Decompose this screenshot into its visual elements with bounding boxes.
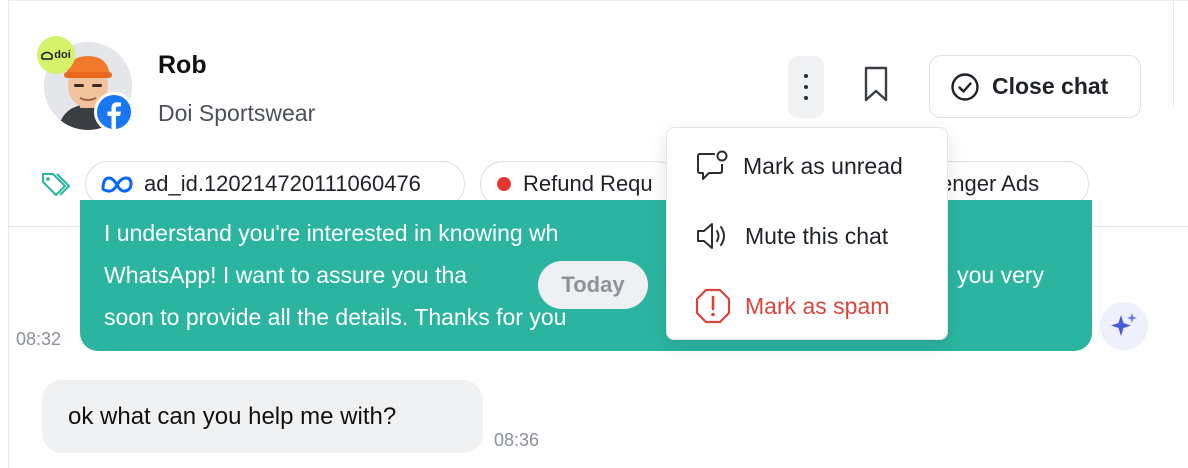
brand-badge-text: doi [54, 49, 71, 61]
chat-options-menu: Mark as unread Mute this chat Mark as sp… [666, 127, 948, 340]
message-timestamp: 08:36 [494, 430, 540, 450]
sparkle-icon [1111, 313, 1137, 336]
chat-unread-icon [697, 150, 728, 180]
menu-item-mark-spam[interactable]: Mark as spam [667, 276, 947, 336]
frame-left-border [8, 0, 9, 468]
frame-right-border [1173, 0, 1174, 106]
bookmark-icon [864, 66, 888, 102]
meta-icon [101, 176, 133, 193]
tag-label: ad_id.120214720111060476 [144, 171, 421, 196]
brand-badge: doi [37, 36, 75, 74]
user-message-bubble: ok what can you help me with? [42, 380, 483, 453]
frame-top-border [8, 0, 1188, 1]
menu-item-mark-unread[interactable]: Mark as unread [667, 136, 947, 196]
close-chat-label: Close chat [992, 73, 1109, 99]
kebab-menu-icon [804, 74, 808, 78]
contact-company: Doi Sportswear [158, 100, 316, 126]
user-message-text: ok what can you help me with? [68, 402, 397, 430]
tags-icon[interactable] [40, 170, 70, 198]
more-options-button[interactable] [788, 56, 824, 118]
menu-item-label: Mute this chat [745, 222, 889, 249]
facebook-icon [94, 92, 134, 132]
contact-name: Rob [158, 51, 207, 79]
menu-item-label: Mark as spam [745, 292, 890, 319]
speaker-mute-icon [697, 223, 725, 249]
spam-warning-icon [695, 288, 731, 324]
check-circle-icon [951, 72, 979, 101]
bookmark-button[interactable] [858, 62, 894, 106]
message-timestamp: 08:32 [16, 329, 62, 349]
ai-assist-button[interactable] [1100, 302, 1148, 350]
menu-item-mute-chat[interactable]: Mute this chat [667, 206, 947, 266]
date-separator: Today [538, 261, 648, 309]
contact-avatar-group[interactable]: doi [36, 36, 136, 132]
tag-label: Refund Requ [523, 171, 653, 196]
status-dot [497, 177, 511, 191]
close-chat-button[interactable]: Close chat [929, 55, 1141, 118]
menu-item-label: Mark as unread [743, 152, 903, 179]
